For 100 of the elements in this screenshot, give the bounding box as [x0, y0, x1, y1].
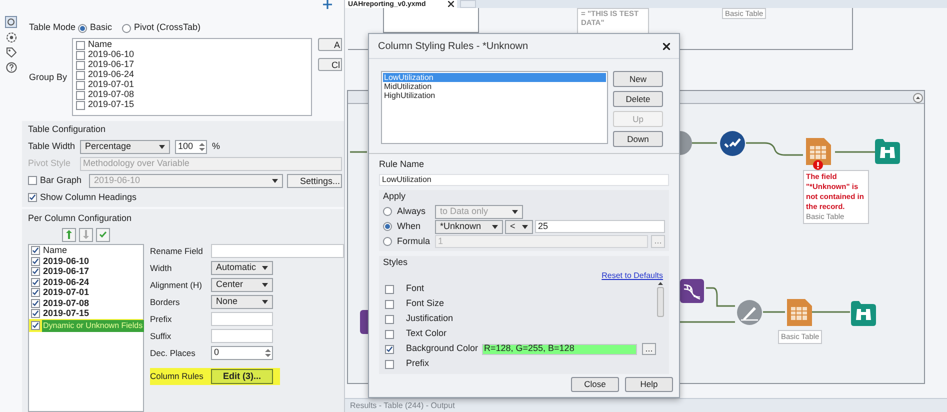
- input-field[interactable]: [211, 244, 344, 258]
- radio-button[interactable]: [383, 222, 392, 231]
- dropdown[interactable]: Center: [211, 278, 273, 292]
- checkbox[interactable]: [385, 360, 394, 368]
- field-label: Table Width: [28, 140, 75, 153]
- plus-icon[interactable]: [323, 0, 332, 9]
- section-title: Per Column Configuration: [28, 212, 133, 225]
- dropdown[interactable]: *Unknown: [435, 220, 503, 234]
- dialog-button[interactable]: New: [613, 71, 663, 87]
- spinner-arrows-icon[interactable]: [264, 348, 272, 358]
- number-spinner[interactable]: 0: [211, 346, 273, 360]
- checkbox[interactable]: [28, 176, 37, 185]
- spinner-arrows-icon[interactable]: [198, 142, 206, 152]
- close-icon[interactable]: [663, 42, 670, 50]
- settings-button[interactable]: Settings...: [287, 174, 342, 188]
- dropdown[interactable]: Percentage: [80, 140, 170, 154]
- input-field[interactable]: LowUtilization: [379, 174, 669, 186]
- list-item[interactable]: 2019-06-17: [42, 265, 90, 278]
- list-item[interactable]: MidUtilization: [383, 82, 606, 91]
- checkbox[interactable]: [385, 330, 394, 338]
- close-icon[interactable]: [448, 1, 454, 7]
- list-item[interactable]: 2019-06-24: [42, 276, 90, 289]
- dialog-button[interactable]: Delete: [613, 91, 663, 107]
- check-icon[interactable]: [720, 131, 745, 156]
- checkbox[interactable]: [385, 314, 394, 324]
- dropdown[interactable]: <: [505, 220, 533, 234]
- checkbox[interactable]: [385, 300, 394, 308]
- checkbox[interactable]: [385, 284, 394, 294]
- section-title: Table Configuration: [28, 123, 107, 136]
- field-label: Prefix: [406, 357, 430, 370]
- field-label: Group By: [29, 71, 68, 84]
- checkbox[interactable]: [31, 256, 40, 266]
- dialog-button[interactable]: Close: [571, 377, 619, 392]
- table-icon[interactable]: [806, 138, 831, 165]
- dropdown[interactable]: Automatic: [211, 261, 273, 275]
- scroll-up-icon[interactable]: [658, 282, 663, 284]
- checkbox[interactable]: [385, 344, 394, 354]
- help-icon[interactable]: [6, 62, 16, 73]
- checkbox[interactable]: [76, 80, 85, 90]
- move-up-button[interactable]: [62, 228, 76, 242]
- dialog-button[interactable]: Help: [625, 377, 673, 392]
- table-icon[interactable]: [787, 299, 812, 326]
- radio-button[interactable]: [122, 24, 132, 32]
- checkbox[interactable]: [76, 70, 85, 80]
- checkbox[interactable]: [76, 40, 85, 50]
- checkbox[interactable]: [31, 298, 40, 308]
- caret-icon: [262, 266, 268, 270]
- select-all-button[interactable]: [96, 228, 110, 242]
- input-field[interactable]: [211, 329, 273, 343]
- checkbox[interactable]: [28, 192, 37, 202]
- list-item[interactable]: 2019-07-01: [42, 286, 90, 300]
- checkbox[interactable]: [31, 321, 40, 330]
- list-item[interactable]: Name: [42, 244, 68, 258]
- field-label: Formula: [397, 234, 430, 248]
- connector-line: [746, 142, 803, 156]
- checkbox[interactable]: [31, 246, 40, 256]
- dialog-title: Column Styling Rules - *Unknown: [378, 40, 528, 54]
- dropdown[interactable]: None: [211, 295, 273, 309]
- group-title: Styles: [383, 256, 409, 269]
- side-button[interactable]: A: [318, 38, 342, 51]
- target-icon[interactable]: [6, 32, 16, 43]
- dialog-button[interactable]: Down: [613, 131, 663, 147]
- checkbox[interactable]: [76, 60, 85, 70]
- connector-line: [763, 311, 785, 313]
- list-item[interactable]: 2019-07-15: [42, 307, 90, 320]
- list-item[interactable]: 2019-07-08: [42, 296, 90, 310]
- checkbox[interactable]: [76, 90, 85, 100]
- field-label: Prefix: [150, 312, 173, 326]
- radio-button[interactable]: [383, 207, 392, 216]
- move-down-button[interactable]: [79, 228, 93, 242]
- field-label: Font Size: [406, 297, 446, 310]
- radio-button[interactable]: [383, 237, 392, 246]
- side-button[interactable]: Cl: [318, 58, 342, 71]
- field-label: Pivot Style: [28, 156, 72, 170]
- column-list[interactable]: Name 2019-06-10 2019-06-17 2019-06-24 2019-07-01 2019-07-08 2019-07-15 Dynamic or Unknown Fields: [28, 244, 144, 412]
- checkbox[interactable]: [31, 278, 40, 287]
- connector-line: [350, 151, 367, 153]
- radio-button[interactable]: [78, 24, 87, 32]
- checkbox[interactable]: [31, 267, 40, 276]
- pencil-icon[interactable]: [737, 300, 762, 325]
- checkbox[interactable]: [31, 309, 40, 318]
- field-label: Suffix: [150, 330, 172, 342]
- number-spinner[interactable]: 100: [175, 140, 207, 154]
- field-label: Dec. Places: [150, 346, 196, 360]
- checkbox[interactable]: [76, 50, 85, 60]
- reset-link[interactable]: Reset to Defaults: [602, 270, 663, 282]
- browse-button[interactable]: [642, 343, 656, 355]
- list-item[interactable]: 2019-06-10: [42, 254, 90, 268]
- checkbox[interactable]: [31, 288, 40, 298]
- checkbox[interactable]: [76, 100, 85, 110]
- color-field[interactable]: R=128, G=255, B=128: [482, 344, 637, 354]
- field-label: Always: [397, 204, 426, 218]
- input-field[interactable]: 25: [535, 220, 665, 233]
- down-arrow-icon: [83, 230, 89, 239]
- tag-icon[interactable]: [6, 47, 16, 58]
- group-by-list[interactable]: Name 2019-06-10 2019-06-17 2019-06-24 2019-07-01 2019-07-08 2019-07-15: [72, 38, 312, 116]
- rules-list[interactable]: LowUtilization MidUtilization HighUtilization: [381, 71, 608, 144]
- input-field[interactable]: [211, 312, 273, 326]
- edit-button[interactable]: Edit (3)...: [211, 368, 273, 384]
- list-item[interactable]: HighUtilization: [383, 91, 606, 100]
